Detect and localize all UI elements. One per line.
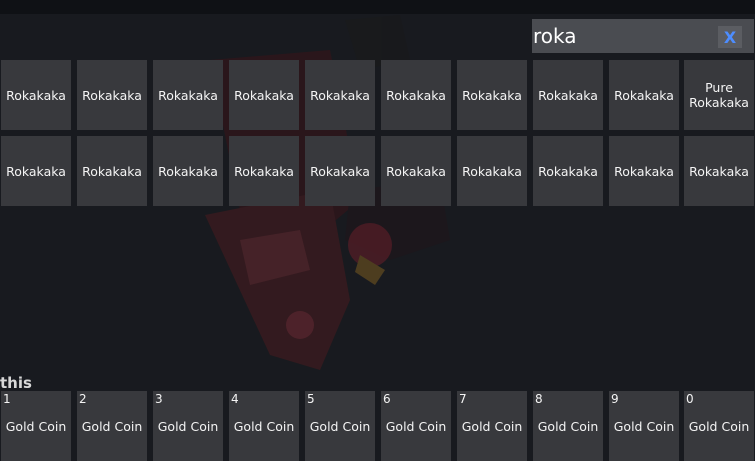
hotbar-item-label: Gold Coin [537,419,599,434]
hotbar-item-label: Gold Coin [688,419,750,434]
hotbar-key: 2 [79,392,87,406]
item-label: Rokakaka [538,163,598,179]
hotbar-key: 7 [459,392,467,406]
inventory-slot[interactable]: Rokakaka [684,136,754,206]
hotbar-item-label: Gold Coin [233,419,295,434]
hotbar-header: this [0,374,32,392]
inventory-slot[interactable]: Rokakaka [153,136,223,206]
item-label: Rokakaka [234,163,294,179]
hotbar-slot[interactable]: 5 Gold Coin [305,391,375,461]
inventory-slot[interactable]: Rokakaka [153,60,223,130]
hotbar-key: 3 [155,392,163,406]
hotbar-item-label: Gold Coin [461,419,523,434]
hotbar-key: 6 [383,392,391,406]
item-label: Rokakaka [386,163,446,179]
hotbar-slot[interactable]: 9 Gold Coin [609,391,679,461]
item-label: Rokakaka [310,87,370,103]
inventory-slot[interactable]: Rokakaka [229,136,299,206]
inventory-slot[interactable]: Rokakaka [533,136,603,206]
item-label: Rokakaka [462,163,522,179]
hotbar-key: 4 [231,392,239,406]
hotbar-item-label: Gold Coin [81,419,143,434]
inventory-slot[interactable]: Rokakaka [609,60,679,130]
hotbar-key: 0 [686,392,694,406]
inventory-slot[interactable]: Rokakaka [1,136,71,206]
hotbar-key: 9 [611,392,619,406]
item-label: Rokakaka [158,87,218,103]
hotbar-item-label: Gold Coin [157,419,219,434]
hotbar-slot[interactable]: 6 Gold Coin [381,391,451,461]
hotbar-slot[interactable]: 3 Gold Coin [153,391,223,461]
item-label: Pure Rokakaka [689,80,749,110]
search-input[interactable] [532,19,712,53]
item-label: Rokakaka [6,163,66,179]
hotbar-item-label: Gold Coin [309,419,371,434]
hotbar-slot[interactable]: 0 Gold Coin [684,391,754,461]
item-label: Rokakaka [82,87,142,103]
hotbar-slot[interactable]: 4 Gold Coin [229,391,299,461]
item-label: Rokakaka [614,163,674,179]
hotbar-item-label: Gold Coin [613,419,675,434]
hotbar-slot[interactable]: 1 Gold Coin [1,391,71,461]
item-label: Rokakaka [538,87,598,103]
inventory-slot[interactable]: Rokakaka [1,60,71,130]
clear-search-button[interactable]: X [718,26,742,48]
inventory-slot[interactable]: Rokakaka [77,136,147,206]
hotbar-key: 5 [307,392,315,406]
hotbar-slot[interactable]: 7 Gold Coin [457,391,527,461]
item-label: Rokakaka [386,87,446,103]
inventory-slot[interactable]: Rokakaka [457,136,527,206]
item-label: Rokakaka [462,87,522,103]
item-label: Rokakaka [158,163,218,179]
inventory-slot[interactable]: Rokakaka [305,136,375,206]
hotbar-slot[interactable]: 2 Gold Coin [77,391,147,461]
item-label: Rokakaka [6,87,66,103]
hotbar-key: 1 [3,392,11,406]
hotbar-key: 8 [535,392,543,406]
item-label: Rokakaka [234,87,294,103]
inventory-slot[interactable]: Rokakaka [229,60,299,130]
inventory-slot[interactable]: Rokakaka [305,60,375,130]
item-label: Rokakaka [689,163,749,179]
item-label: Rokakaka [614,87,674,103]
item-label: Rokakaka [310,163,370,179]
inventory-slot[interactable]: Rokakaka [609,136,679,206]
inventory-slot[interactable]: Rokakaka [457,60,527,130]
inventory-slot[interactable]: Rokakaka [533,60,603,130]
hotbar-item-label: Gold Coin [5,419,67,434]
inventory-slot[interactable]: Pure Rokakaka [684,60,754,130]
inventory-slot[interactable]: Rokakaka [381,136,451,206]
inventory-slot[interactable]: Rokakaka [77,60,147,130]
hotbar-item-label: Gold Coin [385,419,447,434]
item-label: Rokakaka [82,163,142,179]
hotbar-slot[interactable]: 8 Gold Coin [533,391,603,461]
inventory-slot[interactable]: Rokakaka [381,60,451,130]
